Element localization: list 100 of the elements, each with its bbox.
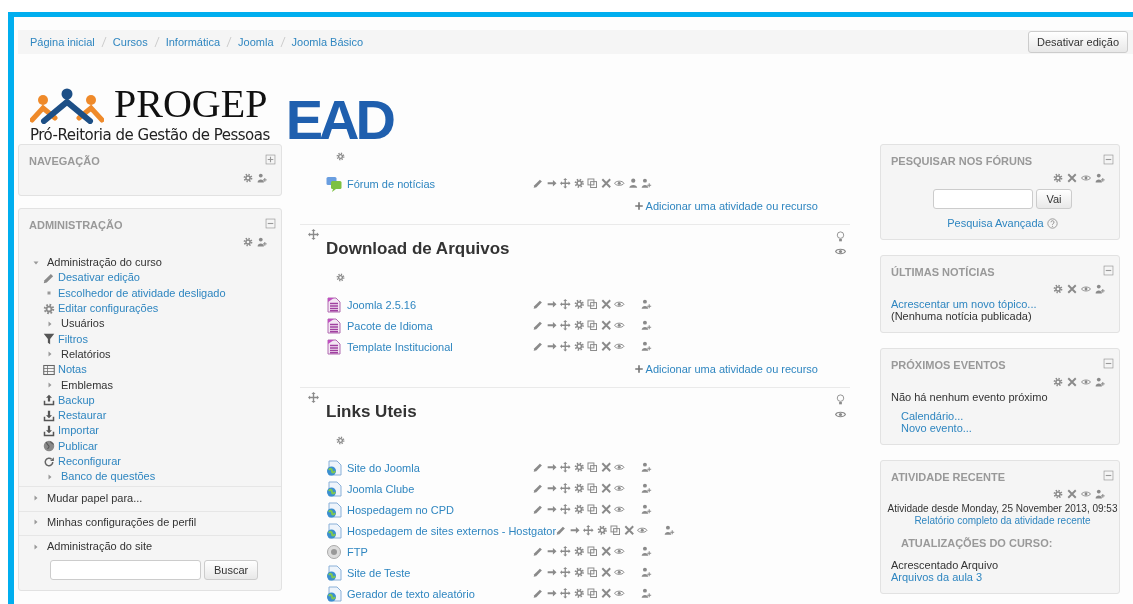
breadcrumb-link[interactable]: Cursos [112, 36, 148, 48]
duplicate-icon[interactable] [587, 462, 598, 473]
settings-icon[interactable] [573, 483, 584, 494]
settings-icon[interactable] [573, 567, 584, 578]
eye-icon[interactable] [614, 320, 625, 331]
arrow-icon[interactable] [546, 588, 557, 599]
duplicate-icon[interactable] [587, 483, 598, 494]
delete-icon[interactable] [1067, 489, 1077, 499]
tree-item[interactable]: Mudar papel para... [47, 490, 143, 506]
eye-icon[interactable] [614, 567, 625, 578]
duplicate-icon[interactable] [587, 504, 598, 515]
tree-item[interactable]: Administração do curso [47, 255, 162, 271]
tree-item[interactable]: Relatórios [61, 346, 111, 362]
events-link[interactable]: Calendário... [901, 410, 1114, 422]
search-field[interactable] [933, 189, 1034, 209]
tree-item[interactable]: Emblemas [61, 377, 113, 393]
move-icon[interactable] [583, 525, 594, 536]
tree-link[interactable]: Backup [58, 392, 95, 408]
arrow-icon[interactable] [546, 299, 557, 310]
search-button[interactable]: Buscar [204, 560, 259, 581]
tree-item[interactable]: Minhas configurações de perfil [47, 514, 197, 530]
edit-icon[interactable] [533, 178, 544, 189]
settings-icon[interactable] [1053, 173, 1063, 183]
move-icon[interactable] [560, 178, 571, 189]
expand-icon[interactable] [265, 154, 276, 165]
expand-arrow-icon[interactable] [32, 542, 40, 551]
expand-arrow-icon[interactable] [46, 472, 54, 481]
tree-link[interactable]: Desativar edição [58, 270, 140, 286]
edit-icon[interactable] [533, 546, 544, 557]
add-activity-link[interactable]: Adicionar uma atividade ou recurso [645, 200, 818, 212]
settings-icon[interactable] [573, 504, 584, 515]
delete-icon[interactable] [600, 504, 611, 515]
tree-item[interactable]: Administração do site [47, 539, 153, 555]
move-icon[interactable] [308, 229, 319, 240]
user-plus-icon[interactable] [641, 299, 652, 310]
help-icon[interactable] [1046, 217, 1058, 229]
collapse-icon[interactable] [1103, 265, 1114, 276]
duplicate-icon[interactable] [587, 178, 598, 189]
delete-icon[interactable] [600, 299, 611, 310]
settings-icon[interactable] [573, 178, 584, 189]
eye-icon[interactable] [834, 246, 846, 257]
user-plus-icon[interactable] [641, 483, 652, 494]
full-report-link[interactable]: Relatório completo da atividade recente [914, 515, 1091, 527]
collapse-icon[interactable] [265, 218, 276, 229]
move-icon[interactable] [560, 588, 571, 599]
tree-link[interactable]: Banco de questões [61, 469, 156, 485]
delete-icon[interactable] [1067, 173, 1077, 183]
duplicate-icon[interactable] [587, 341, 598, 352]
edit-icon[interactable] [556, 525, 567, 536]
arrow-icon[interactable] [546, 341, 557, 352]
edit-icon[interactable] [533, 299, 544, 310]
move-icon[interactable] [560, 546, 571, 557]
expand-arrow-icon[interactable] [46, 381, 54, 389]
add-topic-link[interactable]: Acrescentar um novo tópico... [891, 298, 1114, 310]
settings-icon[interactable] [1053, 284, 1063, 294]
move-icon[interactable] [560, 299, 571, 310]
arrow-icon[interactable] [546, 462, 557, 473]
eye-icon[interactable] [637, 525, 648, 536]
move-icon[interactable] [560, 462, 571, 473]
activity-link[interactable]: Joomla 2.5.16 [347, 298, 533, 311]
user-plus-icon[interactable] [641, 320, 652, 331]
search-field[interactable] [50, 560, 201, 581]
settings-icon[interactable] [573, 320, 584, 331]
advanced-search-link[interactable]: Pesquisa Avançada [947, 217, 1044, 229]
delete-icon[interactable] [600, 341, 611, 352]
activity-link[interactable]: Hospedagem de sites externos - Hostgator [347, 524, 557, 537]
eye-icon[interactable] [614, 462, 625, 473]
duplicate-icon[interactable] [610, 525, 621, 536]
user-plus-icon[interactable] [257, 237, 267, 247]
delete-icon[interactable] [600, 567, 611, 578]
delete-icon[interactable] [600, 320, 611, 331]
user-plus-icon[interactable] [641, 462, 652, 473]
eye-icon[interactable] [614, 588, 625, 599]
duplicate-icon[interactable] [587, 320, 598, 331]
expand-arrow-icon[interactable] [32, 518, 40, 527]
arrow-icon[interactable] [546, 483, 557, 494]
edit-summary-icon[interactable] [336, 152, 345, 161]
eye-icon[interactable] [614, 178, 625, 189]
add-activity-link[interactable]: Adicionar uma atividade ou recurso [645, 363, 818, 375]
settings-icon[interactable] [596, 525, 608, 536]
settings-icon[interactable] [573, 462, 584, 473]
update-link[interactable]: Arquivos da aula 3 [891, 571, 1114, 583]
move-icon[interactable] [560, 567, 571, 578]
breadcrumb-link[interactable]: Joomla Básico [291, 36, 364, 48]
tree-link[interactable]: Reconfigurar [58, 454, 121, 469]
delete-icon[interactable] [1067, 377, 1077, 387]
user-plus-icon[interactable] [641, 546, 652, 557]
edit-icon[interactable] [533, 567, 544, 578]
eye-icon[interactable] [834, 409, 846, 420]
activity-link[interactable]: Joomla Clube [347, 482, 533, 495]
edit-icon[interactable] [533, 504, 544, 515]
breadcrumb-link[interactable]: Página inicial [30, 36, 95, 48]
arrow-icon[interactable] [569, 525, 581, 536]
activity-link[interactable]: Site do Joomla [347, 461, 533, 474]
user-plus-icon[interactable] [1095, 284, 1105, 294]
tree-link[interactable]: Restaurar [58, 408, 107, 424]
expand-arrow-icon[interactable] [32, 494, 40, 503]
edit-icon[interactable] [533, 588, 544, 599]
person-icon[interactable] [627, 178, 638, 189]
collapse-icon[interactable] [1103, 154, 1114, 165]
